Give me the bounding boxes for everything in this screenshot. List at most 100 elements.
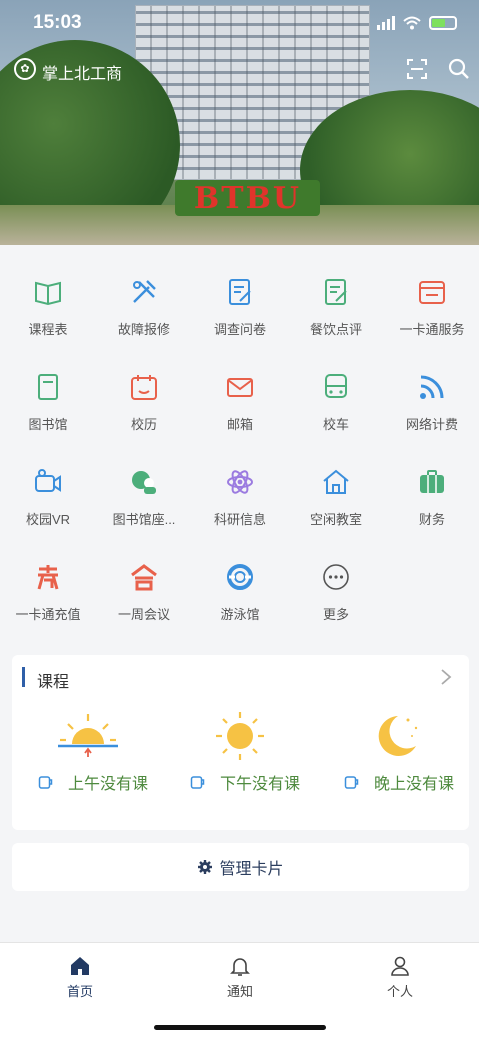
tab-home-label: 首页 (66, 984, 93, 999)
cup-icon (38, 776, 53, 789)
service-label: 更多 (322, 607, 349, 622)
morning-status: 上午没有课 (28, 770, 148, 794)
service-label: 财务 (418, 512, 445, 527)
calendar-icon (131, 375, 157, 400)
library-seat-icon (132, 471, 156, 494)
app-logo: ✿ (14, 58, 36, 80)
mail-icon (227, 378, 253, 397)
app-title: 掌上北工商 (42, 66, 123, 83)
service-dining-review[interactable]: 餐饮点评 (288, 262, 384, 352)
moon-icon (378, 716, 418, 756)
service-label: 科研信息 (213, 512, 266, 527)
evening-status-text: 晚上没有课 (373, 776, 454, 793)
card-service-icon (419, 281, 445, 304)
cup-icon (190, 776, 205, 789)
afternoon-status-text: 下午没有课 (219, 776, 300, 793)
manage-cards-button[interactable]: 管理卡片 (12, 843, 469, 891)
home-indicator[interactable] (154, 1025, 326, 1030)
service-label: 校车 (322, 417, 349, 432)
service-card[interactable]: 一卡通服务 (384, 262, 479, 352)
service-course-table[interactable]: 课程表 (0, 262, 96, 352)
service-label: 网络计费 (405, 417, 458, 432)
hero-sign: BTBU (175, 180, 320, 216)
service-label: 空闲教室 (309, 512, 362, 527)
service-network-billing[interactable]: 网络计费 (384, 357, 479, 447)
bus-icon (325, 374, 347, 398)
app-bar: ✿ 掌上北工商 (0, 55, 479, 87)
service-card-recharge[interactable]: 一卡通充值 (0, 547, 96, 637)
wifi-icon (420, 375, 444, 399)
service-label: 调查问卷 (213, 322, 266, 337)
service-research-info[interactable]: 科研信息 (192, 452, 288, 542)
vr-camera-icon (35, 469, 61, 492)
status-icons (377, 16, 457, 30)
service-label: 图书馆 (28, 417, 68, 432)
service-label: 游泳馆 (220, 607, 260, 622)
atom-icon (227, 470, 253, 494)
service-survey[interactable]: 调查问卷 (192, 262, 288, 352)
service-weekly-meeting[interactable]: 一周会议 (96, 547, 192, 637)
survey-icon (229, 279, 251, 305)
manage-cards-label: 管理卡片 (219, 861, 284, 878)
book-icon (35, 281, 61, 306)
chevron-right-icon[interactable] (439, 667, 453, 687)
gear-icon (198, 860, 213, 874)
bell-icon (230, 958, 250, 976)
service-label: 图书馆座... (112, 512, 176, 527)
library-icon (38, 374, 58, 400)
service-label: 一卡通服务 (399, 322, 465, 337)
scan-icon[interactable] (405, 57, 429, 81)
evening-status: 晚上没有课 (334, 770, 454, 794)
service-label: 校历 (130, 417, 157, 432)
service-swimming-pool[interactable]: 游泳馆 (192, 547, 288, 637)
status-bar: 15:03 (0, 12, 479, 38)
lifebuoy-icon (227, 564, 253, 590)
course-card[interactable]: 课程 上午没有课 下午没有课 晚上没有课 (12, 655, 469, 830)
battery-icon (429, 16, 457, 30)
service-finance[interactable]: 财务 (384, 452, 479, 542)
service-bus[interactable]: 校车 (288, 357, 384, 447)
service-label: 邮箱 (226, 417, 253, 432)
review-icon (325, 279, 347, 305)
tab-notifications-label: 通知 (226, 984, 253, 999)
house-icon (323, 469, 349, 494)
service-library[interactable]: 图书馆 (0, 357, 96, 447)
service-more[interactable]: 更多 (288, 547, 384, 637)
morning-status-text: 上午没有课 (67, 776, 148, 793)
search-icon[interactable] (447, 57, 471, 81)
service-label: 餐饮点评 (309, 322, 362, 337)
sunrise-icon (58, 714, 118, 757)
service-label: 校园VR (25, 512, 71, 527)
sun-icon (216, 712, 264, 760)
evening-period: 晚上没有课 (334, 710, 454, 794)
meeting-icon (131, 564, 157, 591)
service-label: 故障报修 (117, 322, 170, 337)
tab-home[interactable]: 首页 (40, 955, 120, 1000)
service-free-classroom[interactable]: 空闲教室 (288, 452, 384, 542)
service-library-seat[interactable]: 图书馆座... (96, 452, 192, 542)
service-repair[interactable]: 故障报修 (96, 262, 192, 352)
signal-icon (377, 16, 395, 30)
afternoon-period: 下午没有课 (180, 710, 300, 794)
morning-period: 上午没有课 (28, 710, 148, 794)
course-card-title: 课程 (37, 674, 70, 691)
tab-notifications[interactable]: 通知 (200, 955, 280, 1000)
service-label: 一卡通充值 (15, 607, 81, 622)
finance-icon (420, 470, 444, 493)
recharge-icon (37, 565, 59, 590)
service-label: 课程表 (28, 322, 68, 337)
afternoon-status: 下午没有课 (180, 770, 300, 794)
service-campus-vr[interactable]: 校园VR (0, 452, 96, 542)
wifi-status-icon (403, 16, 421, 30)
cup-icon (344, 776, 359, 789)
person-icon (391, 956, 409, 976)
card-title-bar (22, 667, 25, 687)
service-mail[interactable]: 邮箱 (192, 357, 288, 447)
service-calendar[interactable]: 校历 (96, 357, 192, 447)
more-icon (323, 564, 349, 590)
service-label: 一周会议 (117, 607, 170, 622)
tab-profile-label: 个人 (386, 984, 413, 999)
status-time: 15:03 (33, 12, 82, 33)
home-icon (71, 957, 89, 975)
tab-profile[interactable]: 个人 (360, 955, 440, 1000)
